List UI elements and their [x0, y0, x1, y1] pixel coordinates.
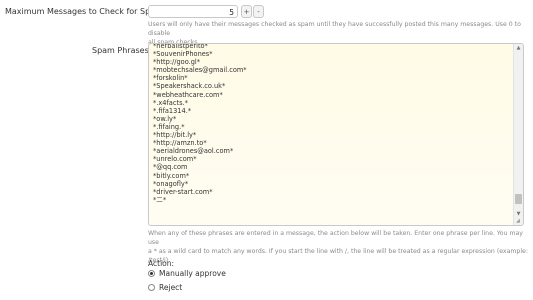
radio-reject[interactable]: Reject: [148, 283, 182, 292]
increment-button[interactable]: +: [241, 5, 252, 18]
resize-grip-icon[interactable]: ◢: [516, 218, 522, 224]
phrase-line: *Speakershack.co.uk*: [153, 82, 226, 91]
phrase-line: *http://amzn.to*: [153, 139, 207, 148]
radio-label: Reject: [159, 283, 183, 292]
radio-button[interactable]: [148, 270, 155, 277]
phrase-line: *aerialdrones@aol.com*: [153, 147, 234, 156]
phrase-line: *.fifaing.*: [153, 122, 185, 131]
phrase-line: *mobtechsales@gmail.com*: [153, 66, 247, 75]
phrase-line: *onagofly*: [153, 179, 189, 188]
vertical-scrollbar[interactable]: ▲ ▼: [513, 44, 523, 225]
hint-line: /test/i).: [148, 257, 171, 264]
hint-line: Users will only have their messages chec…: [148, 21, 521, 37]
spam-phrases-label: Spam Phrases: [92, 46, 149, 55]
phrase-line: *ow.ly*: [153, 114, 177, 123]
phrase-line: *bitly.com*: [153, 171, 190, 180]
phrase-line: *herbalistperito*: [153, 43, 208, 50]
phrase-line: *.x4facts.*: [153, 98, 188, 107]
phrase-line: *unrelo.com*: [153, 155, 197, 164]
max-messages-label: Maximum Messages to Check for Spam: [5, 7, 163, 16]
phrase-line: *@qq.com: [153, 163, 188, 172]
phrase-line: *SouvenirPhones*: [153, 50, 213, 59]
phrase-line: *http://goo.gl*: [153, 58, 201, 67]
phrase-line: *二*: [153, 195, 167, 204]
phrase-line: *webheathcare.com*: [153, 90, 223, 99]
radio-button[interactable]: [148, 284, 155, 291]
hint-line: When any of these phrases are entered in…: [148, 230, 523, 246]
spam-phrases-hint: When any of these phrases are entered in…: [148, 229, 533, 265]
phrase-line: *forskolin*: [153, 74, 188, 83]
radio-label: Manually approve: [159, 269, 226, 278]
decrement-button[interactable]: -: [253, 5, 264, 18]
hint-line: a * as a wild card to match any words. I…: [148, 248, 528, 255]
radio-manually-approve[interactable]: Manually approve: [148, 269, 226, 278]
scroll-up-icon[interactable]: ▲: [514, 44, 523, 53]
action-label: Action:: [148, 259, 175, 268]
phrase-line: *driver-start.com*: [153, 187, 213, 196]
scroll-thumb[interactable]: [515, 194, 522, 204]
max-messages-input[interactable]: 5: [148, 5, 238, 18]
phrase-line: *http://bit.ly*: [153, 131, 197, 140]
spam-phrases-textarea[interactable]: *herbalistperito* *SouvenirPhones* *http:/…: [148, 43, 524, 226]
phrase-line: *.fifa1314.*: [153, 106, 192, 115]
spam-phrases-list: *herbalistperito* *SouvenirPhones* *http:/…: [153, 43, 509, 204]
